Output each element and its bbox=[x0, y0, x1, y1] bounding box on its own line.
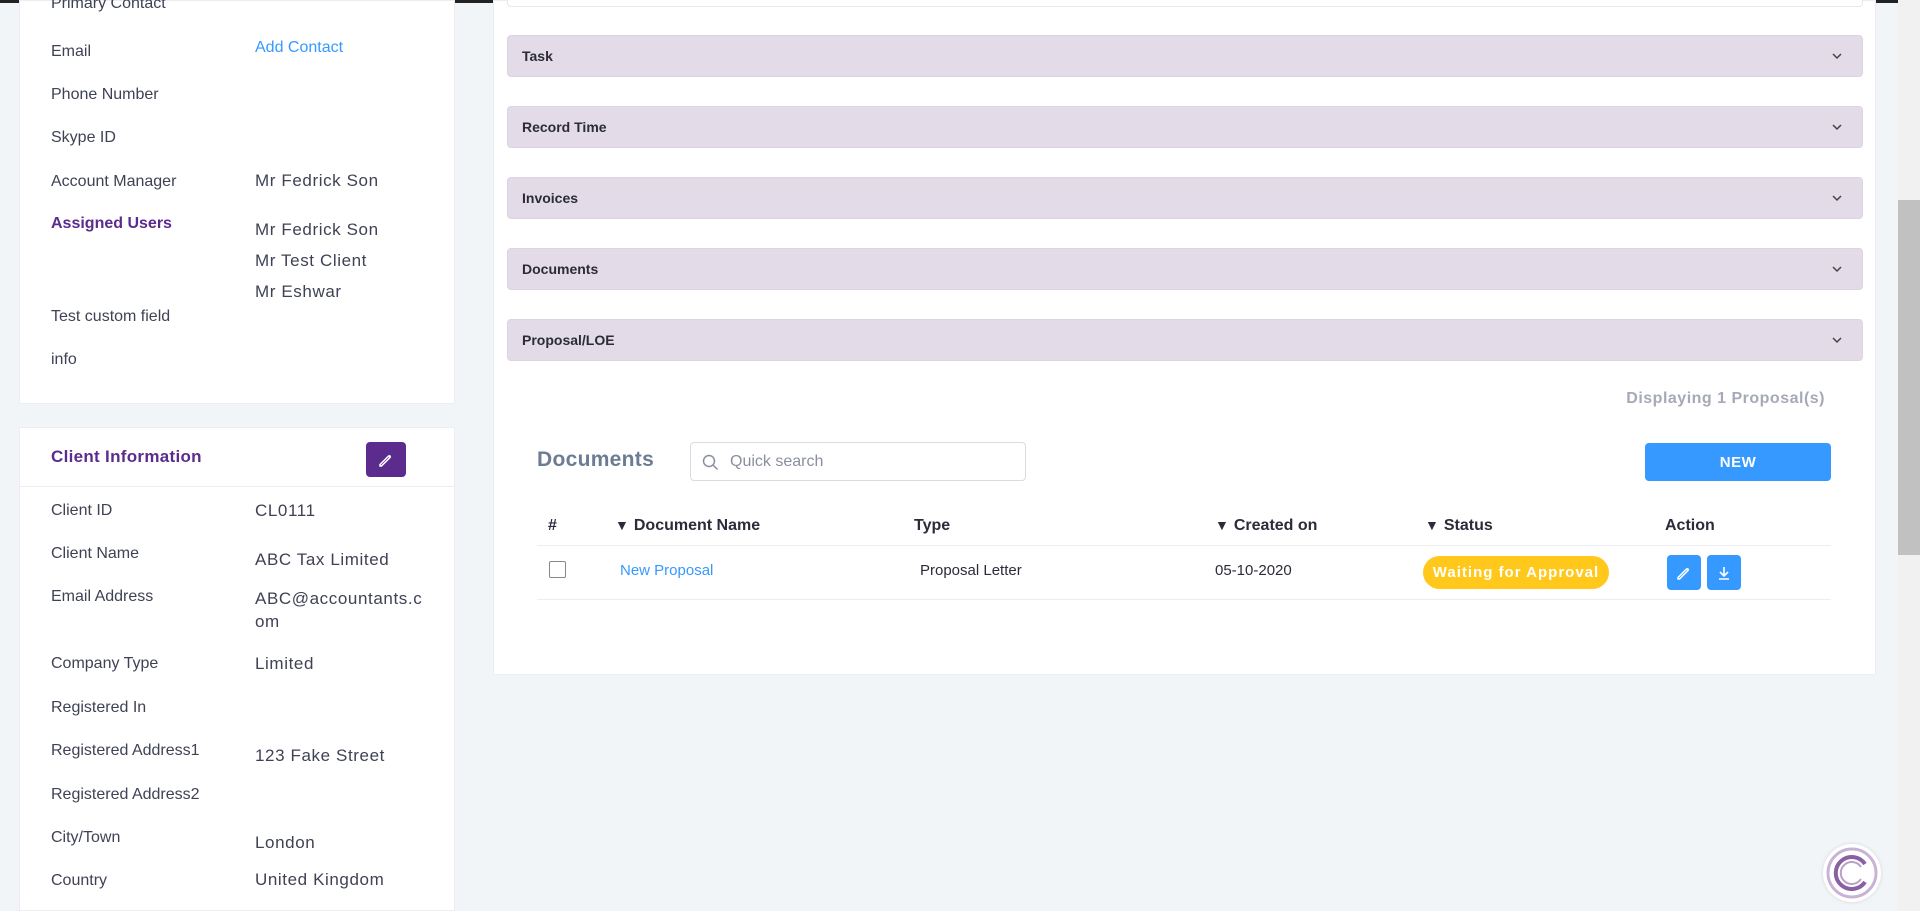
column-header-status[interactable]: ▼ Status bbox=[1425, 517, 1493, 535]
field-label: Client ID bbox=[51, 502, 113, 519]
table-divider bbox=[537, 545, 1831, 546]
download-proposal-button[interactable] bbox=[1707, 555, 1741, 590]
download-icon bbox=[1719, 566, 1729, 580]
search-icon bbox=[702, 454, 719, 471]
field-value: United Kingdom bbox=[255, 870, 385, 889]
chevron-down-icon bbox=[1832, 124, 1842, 131]
sort-desc-icon: ▼ bbox=[1425, 517, 1439, 533]
assigned-users-label: Assigned Users bbox=[51, 215, 172, 232]
chevron-down-icon bbox=[1832, 337, 1842, 344]
column-header-action: Action bbox=[1665, 517, 1715, 534]
email-label: Email bbox=[51, 43, 92, 60]
collapsed-section bbox=[507, 0, 1863, 7]
main-panel: Task Record Time Invoices Documents Prop… bbox=[493, 0, 1876, 675]
chevron-down-icon bbox=[1832, 195, 1842, 202]
phone-label: Phone Number bbox=[51, 86, 159, 103]
documents-title: Documents bbox=[537, 448, 655, 471]
assigned-user-item: Mr Fedrick Son bbox=[255, 220, 379, 239]
field-value: London bbox=[255, 833, 316, 852]
row-checkbox[interactable] bbox=[549, 561, 566, 578]
sort-desc-icon: ▼ bbox=[615, 517, 629, 533]
created-on: 05-10-2020 bbox=[1215, 562, 1292, 579]
contact-details-card: Primary Contact Email Add Contact Phone … bbox=[19, 0, 455, 404]
document-name-link[interactable]: New Proposal bbox=[620, 562, 713, 579]
field-value: CL0111 bbox=[255, 501, 316, 520]
account-manager-value: Mr Fedrick Son bbox=[255, 171, 379, 190]
accordion-label: Task bbox=[522, 48, 553, 64]
edit-proposal-button[interactable] bbox=[1667, 555, 1701, 590]
accordion-task[interactable]: Task bbox=[507, 35, 1863, 77]
column-header-label: Status bbox=[1443, 517, 1493, 534]
assigned-user-item: Mr Test Client bbox=[255, 251, 368, 270]
field-label: Registered Address1 bbox=[51, 742, 200, 759]
search-placeholder: Quick search bbox=[730, 453, 824, 470]
pencil-icon bbox=[379, 454, 392, 467]
edit-client-button[interactable] bbox=[366, 442, 406, 477]
field-label: Registered Address2 bbox=[51, 786, 200, 803]
column-header-type: Type bbox=[914, 517, 951, 534]
proposal-count: Displaying 1 Proposal(s) bbox=[1626, 390, 1825, 407]
accordion-label: Proposal/LOE bbox=[522, 332, 615, 348]
column-header-number: # bbox=[548, 517, 557, 534]
field-label: Company Type bbox=[51, 655, 159, 672]
sort-desc-icon: ▼ bbox=[1215, 517, 1229, 533]
chevron-down-icon bbox=[1832, 266, 1842, 273]
field-label: Country bbox=[51, 872, 108, 889]
field-value: ABC@accountants.c om bbox=[255, 589, 423, 631]
accordion-label: Documents bbox=[522, 261, 599, 277]
field-value: ABC Tax Limited bbox=[255, 550, 390, 569]
client-information-card: Client Information Client ID CL0111 Clie… bbox=[19, 427, 455, 911]
column-header-document-name[interactable]: ▼ Document Name bbox=[615, 517, 760, 535]
card-divider bbox=[20, 486, 454, 487]
scrollbar-track[interactable] bbox=[1898, 0, 1920, 911]
quick-search-input[interactable]: Quick search bbox=[690, 442, 1026, 481]
accordion-documents[interactable]: Documents bbox=[507, 248, 1863, 290]
field-label: Registered In bbox=[51, 699, 147, 716]
field-label: Email Address bbox=[51, 588, 154, 605]
chat-logo-icon bbox=[1826, 847, 1878, 899]
account-manager-label: Account Manager bbox=[51, 173, 177, 190]
status-badge: Waiting for Approval bbox=[1423, 556, 1609, 589]
scrollbar-thumb[interactable] bbox=[1898, 200, 1920, 555]
accordion-record-time[interactable]: Record Time bbox=[507, 106, 1863, 148]
assigned-user-item: Mr Eshwar bbox=[255, 282, 342, 301]
column-header-label: Document Name bbox=[633, 517, 761, 534]
accordion-label: Invoices bbox=[522, 190, 579, 206]
accordion-invoices[interactable]: Invoices bbox=[507, 177, 1863, 219]
new-proposal-button[interactable]: NEW bbox=[1645, 443, 1831, 481]
field-value: 123 Fake Street bbox=[255, 746, 385, 765]
document-type: Proposal Letter bbox=[920, 562, 1022, 579]
primary-contact-label: Primary Contact bbox=[51, 0, 166, 12]
field-label: City/Town bbox=[51, 829, 121, 846]
skype-label: Skype ID bbox=[51, 129, 116, 146]
custom-field-label: Test custom field bbox=[51, 308, 171, 325]
chat-launcher-button[interactable] bbox=[1823, 844, 1881, 902]
info-label: info bbox=[51, 351, 77, 368]
accordion-label: Record Time bbox=[522, 119, 607, 135]
field-value: Limited bbox=[255, 654, 315, 673]
accordion-proposal-loe[interactable]: Proposal/LOE bbox=[507, 319, 1863, 361]
field-label: Client Name bbox=[51, 545, 140, 562]
chevron-down-icon bbox=[1832, 53, 1842, 60]
column-header-label: Created on bbox=[1233, 517, 1318, 534]
table-divider bbox=[537, 599, 1831, 600]
pencil-icon bbox=[1677, 567, 1690, 580]
add-contact-link[interactable]: Add Contact bbox=[255, 39, 343, 57]
column-header-created-on[interactable]: ▼ Created on bbox=[1215, 517, 1317, 535]
card-title: Client Information bbox=[51, 447, 202, 466]
